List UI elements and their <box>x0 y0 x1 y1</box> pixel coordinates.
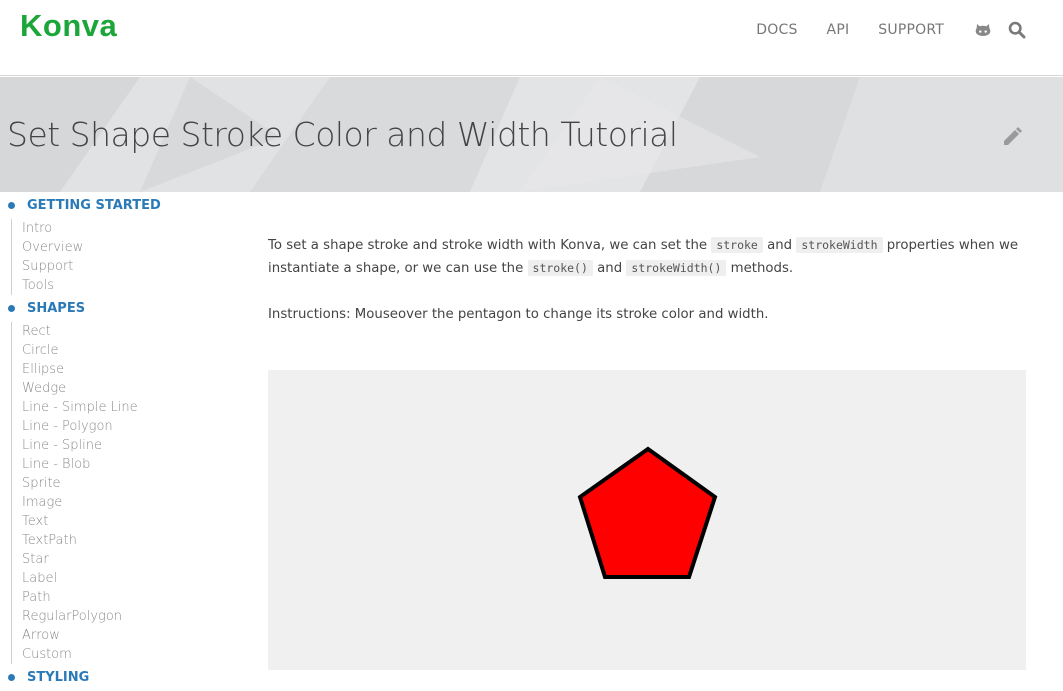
instructions-paragraph: Instructions: Mouseover the pentagon to … <box>268 307 769 322</box>
konva-logo[interactable]: Konva <box>20 8 117 44</box>
sidebar-section-title: STYLING <box>27 670 90 685</box>
text-span: methods. <box>726 261 794 276</box>
sidebar-item-textpath[interactable]: TextPath <box>22 531 240 550</box>
sidebar-item-tools[interactable]: Tools <box>22 276 240 295</box>
code-stroke-method: stroke() <box>527 260 593 276</box>
sidebar-item-line-spline[interactable]: Line - Spline <box>22 436 240 455</box>
text-span: To set a shape stroke and stroke width w… <box>268 238 712 253</box>
demo-stage-svg <box>577 446 718 579</box>
sidebar-group-shapes: Rect Circle Ellipse Wedge Line - Simple … <box>11 322 240 664</box>
sidebar-item-star[interactable]: Star <box>22 550 240 569</box>
code-strokewidth: strokeWidth <box>796 237 883 253</box>
nav-docs-link[interactable]: DOCS <box>756 22 797 38</box>
main-content: To set a shape stroke and stroke width w… <box>268 234 1028 326</box>
sidebar-group-getting-started: Intro Overview Support Tools <box>11 219 240 295</box>
sidebar-item-ellipse[interactable]: Ellipse <box>22 360 240 379</box>
nav-support-link[interactable]: SUPPORT <box>878 22 944 38</box>
sidebar-item-label[interactable]: Label <box>22 569 240 588</box>
sidebar-item-line-blob[interactable]: Line - Blob <box>22 455 240 474</box>
sidebar-item-overview[interactable]: Overview <box>22 238 240 257</box>
page-title: Set Shape Stroke Color and Width Tutoria… <box>7 115 678 154</box>
nav-api-link[interactable]: API <box>827 22 850 38</box>
sidebar-item-image[interactable]: Image <box>22 493 240 512</box>
sidebar-item-rect[interactable]: Rect <box>22 322 240 341</box>
sidebar-item-text[interactable]: Text <box>22 512 240 531</box>
text-span: and <box>762 238 797 253</box>
sidebar-item-wedge[interactable]: Wedge <box>22 379 240 398</box>
sidebar-item-sprite[interactable]: Sprite <box>22 474 240 493</box>
sidebar-section-title: GETTING STARTED <box>27 198 161 213</box>
sidebar-section-title: SHAPES <box>27 301 86 316</box>
search-icon[interactable] <box>1007 20 1027 40</box>
bullet-icon <box>8 202 15 209</box>
main-nav: DOCS API SUPPORT <box>727 20 1027 40</box>
page-header-banner: Set Shape Stroke Color and Width Tutoria… <box>0 77 1063 192</box>
demo-canvas[interactable] <box>268 370 1026 670</box>
pencil-icon[interactable] <box>1001 125 1023 147</box>
sidebar-section-shapes[interactable]: SHAPES <box>0 299 240 318</box>
sidebar-item-line-simple[interactable]: Line - Simple Line <box>22 398 240 417</box>
code-stroke: stroke <box>711 237 763 253</box>
sidebar-section-getting-started[interactable]: GETTING STARTED <box>0 196 240 215</box>
sidebar-section-styling[interactable]: STYLING <box>0 668 240 687</box>
sidebar-nav: GETTING STARTED Intro Overview Support T… <box>0 196 240 691</box>
sidebar-item-path[interactable]: Path <box>22 588 240 607</box>
sidebar-item-circle[interactable]: Circle <box>22 341 240 360</box>
sidebar-item-line-polygon[interactable]: Line - Polygon <box>22 417 240 436</box>
top-navbar: Konva DOCS API SUPPORT <box>0 0 1063 76</box>
sidebar-item-support[interactable]: Support <box>22 257 240 276</box>
sidebar-item-arrow[interactable]: Arrow <box>22 626 240 645</box>
bullet-icon <box>8 674 15 681</box>
bullet-icon <box>8 305 15 312</box>
sidebar-item-intro[interactable]: Intro <box>22 219 240 238</box>
github-icon[interactable] <box>973 20 993 40</box>
intro-paragraph: To set a shape stroke and stroke width w… <box>268 234 1028 280</box>
sidebar-item-regularpolygon[interactable]: RegularPolygon <box>22 607 240 626</box>
sidebar-item-custom[interactable]: Custom <box>22 645 240 664</box>
pentagon-shape[interactable] <box>577 446 718 579</box>
text-span: and <box>592 261 627 276</box>
code-strokewidth-method: strokeWidth() <box>626 260 727 276</box>
